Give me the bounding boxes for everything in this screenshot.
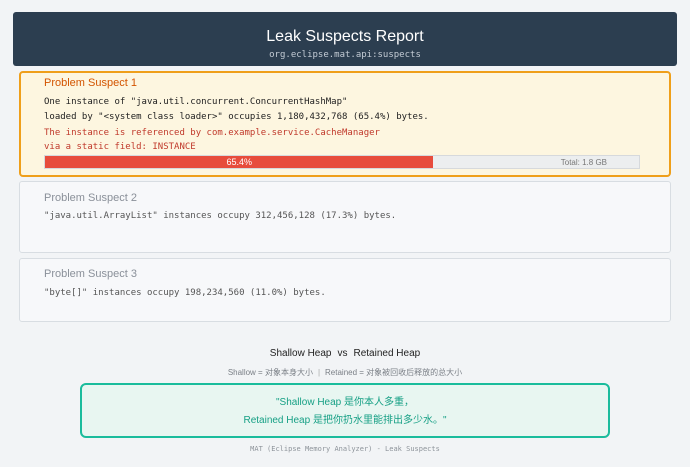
shallow-heap-label: Shallow Heap [269, 348, 332, 359]
suspect-card-3[interactable]: Problem Suspect 3 "byte[]" instances occ… [19, 258, 671, 322]
retained-definition: Retained = 对象被回收后释放的总大小 [325, 368, 463, 377]
suspect-description-line: One instance of "java.util.concurrent.Co… [44, 97, 348, 107]
suspect-card-1[interactable]: Problem Suspect 1 One instance of "java.… [19, 71, 671, 177]
retained-size-percent: 65.4% [226, 157, 252, 167]
suspect-reference-line: via a static field: INSTANCE [44, 142, 196, 152]
heap-definitions: Shallow = 对象本身大小 | Retained = 对象被回收后释放的总大小 [0, 367, 690, 378]
suspect-description-line: loaded by "<system class loader>" occupi… [44, 112, 429, 122]
retained-size-bar: 65.4% Total: 1.8 GB [44, 155, 640, 169]
vs-label: vs [337, 348, 348, 359]
heap-total-label: Total: 1.8 GB [560, 158, 607, 167]
suspect-title: Problem Suspect 3 [44, 268, 137, 280]
suspect-card-2[interactable]: Problem Suspect 2 "java.util.ArrayList" … [19, 181, 671, 253]
suspect-description-line: "java.util.ArrayList" instances occupy 3… [44, 211, 397, 221]
report-title: Leak Suspects Report [266, 28, 424, 45]
footer-caption: MAT (Eclipse Memory Analyzer) - Leak Sus… [250, 445, 440, 453]
shallow-definition: Shallow = 对象本身大小 [227, 368, 313, 377]
suspect-description-line: "byte[]" instances occupy 198,234,560 (1… [44, 288, 326, 298]
heap-analogy-quote: "Shallow Heap 是你本人多重， Retained Heap 是把你扔… [80, 383, 610, 438]
suspect-title: Problem Suspect 1 [44, 77, 137, 89]
suspect-reference-line: The instance is referenced by com.exampl… [44, 128, 380, 138]
suspect-title: Problem Suspect 2 [44, 192, 137, 204]
heap-comparison-title: Shallow Heap vs Retained Heap [0, 348, 690, 359]
report-subtitle: org.eclipse.mat.api:suspects [269, 50, 421, 60]
definition-separator: | [317, 368, 321, 377]
quote-line: Retained Heap 是把你扔水里能排出多少水。" [243, 415, 447, 426]
retained-size-bar-fill: 65.4% [45, 156, 434, 168]
quote-line: "Shallow Heap 是你本人多重， [275, 397, 415, 408]
retained-heap-label: Retained Heap [353, 348, 421, 359]
report-header: Leak Suspects Report org.eclipse.mat.api… [13, 12, 677, 66]
